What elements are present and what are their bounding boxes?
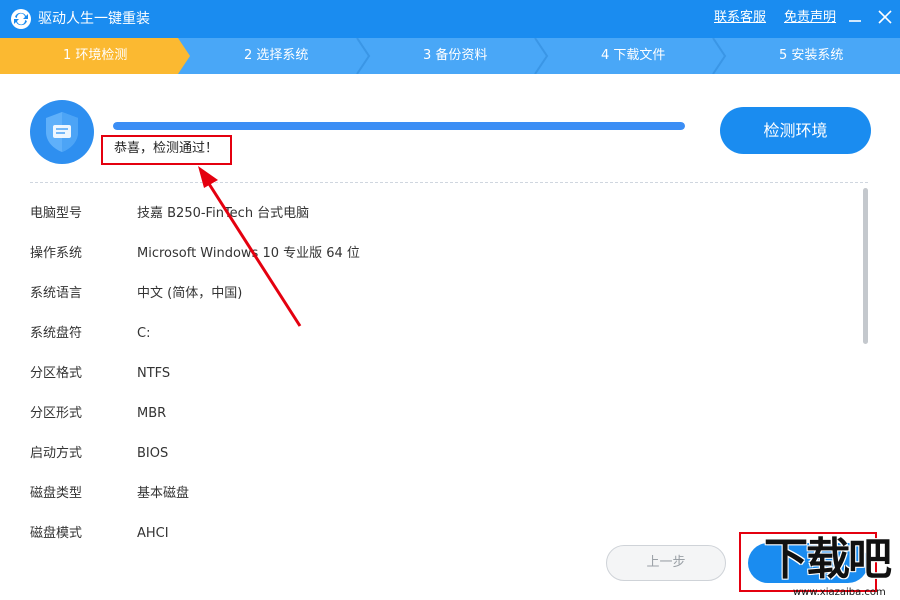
info-label: 系统语言	[30, 286, 83, 301]
info-label: 操作系统	[30, 246, 83, 261]
info-label: 分区格式	[30, 366, 83, 381]
watermark-text: 下载吧	[764, 534, 892, 585]
info-row-partition-style: 分区形式 MBR	[30, 404, 830, 424]
divider	[30, 182, 868, 183]
detection-progress-bar	[113, 122, 685, 130]
title-bar: 驱动人生一键重装 联系客服 免责声明	[0, 0, 900, 38]
info-value: AHCI	[137, 526, 169, 541]
step-download-files: 4 下载文件	[601, 48, 666, 63]
info-value: NTFS	[137, 366, 171, 381]
scrollbar-thumb[interactable]	[863, 188, 868, 344]
info-row-disk-mode: 磁盘模式 AHCI	[30, 524, 830, 544]
info-value: 基本磁盘	[137, 486, 190, 501]
info-value: C:	[137, 326, 151, 341]
info-row-partition-format: 分区格式 NTFS	[30, 364, 830, 384]
info-row-disk-type: 磁盘类型 基本磁盘	[30, 484, 830, 504]
previous-step-button[interactable]: 上一步	[606, 545, 726, 581]
info-row-system-drive: 系统盘符 C:	[30, 324, 830, 344]
step-progress-bar: 1 环境检测 2 选择系统 3 备份资料 4 下载文件 5 安装系统	[0, 38, 900, 74]
info-row-boot-mode: 启动方式 BIOS	[30, 444, 830, 464]
step-environment-check: 1 环境检测	[63, 48, 128, 63]
app-logo-icon	[11, 9, 31, 29]
info-value: MBR	[137, 406, 167, 421]
disclaimer-link[interactable]: 免责声明	[784, 9, 836, 27]
contact-support-link[interactable]: 联系客服	[714, 9, 766, 27]
info-label: 磁盘模式	[30, 526, 83, 541]
step-choose-system: 2 选择系统	[244, 48, 309, 63]
step-install-system: 5 安装系统	[779, 48, 844, 63]
detection-progress-fill	[113, 122, 685, 130]
minimize-icon[interactable]	[844, 6, 866, 28]
close-icon[interactable]	[874, 6, 896, 28]
info-value: BIOS	[137, 446, 169, 461]
app-title: 驱动人生一键重装	[38, 11, 150, 27]
step-backup-data: 3 备份资料	[423, 48, 488, 63]
info-label: 磁盘类型	[30, 486, 83, 501]
info-row-computer-model: 电脑型号 技嘉 B250-FinTech 台式电脑	[30, 204, 830, 224]
watermark-domain: www.xiazaiba.com	[793, 587, 886, 598]
detection-status-text: 恭喜，检测通过！	[114, 141, 219, 156]
info-row-language: 系统语言 中文 (简体，中国)	[30, 284, 830, 304]
info-row-os: 操作系统 Microsoft Windows 10 专业版 64 位	[30, 244, 830, 264]
info-label: 启动方式	[30, 446, 83, 461]
shield-icon	[30, 100, 94, 164]
info-value: 中文 (简体，中国)	[137, 286, 243, 301]
info-label: 系统盘符	[30, 326, 83, 341]
info-value: 技嘉 B250-FinTech 台式电脑	[137, 206, 310, 221]
info-label: 电脑型号	[30, 206, 83, 221]
info-value: Microsoft Windows 10 专业版 64 位	[137, 246, 360, 261]
detect-environment-button[interactable]: 检测环境	[720, 107, 871, 154]
info-label: 分区形式	[30, 406, 83, 421]
